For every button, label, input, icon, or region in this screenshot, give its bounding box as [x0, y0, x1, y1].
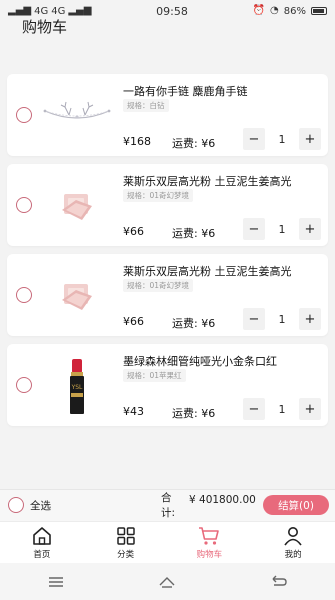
cart-item: 莱斯乐双层高光粉 土豆泥生姜高光 规格：01奇幻梦境 ¥66 运费: ¥6 − …: [7, 164, 328, 246]
status-time: 09:58: [156, 4, 188, 18]
shipping-fee: 运费: ¥6: [172, 227, 216, 240]
cart-icon: [199, 526, 220, 545]
home-icon: [33, 526, 51, 545]
product-spec[interactable]: 规格：01苹果红: [123, 369, 186, 382]
product-price: ¥66: [123, 315, 144, 328]
svg-text:YSL: YSL: [71, 384, 83, 391]
decrease-button[interactable]: −: [243, 218, 265, 240]
user-icon: [284, 526, 302, 545]
highlighter-icon: [62, 194, 92, 220]
tab-label: 分类: [117, 549, 135, 560]
quantity-stepper: − 1 +: [243, 217, 321, 241]
select-all-radio[interactable]: [8, 497, 24, 513]
quantity-stepper: − 1 +: [243, 127, 321, 151]
quantity-value[interactable]: 1: [265, 223, 299, 236]
product-image-highlighter[interactable]: [41, 262, 113, 328]
product-price: ¥168: [123, 135, 151, 148]
signal-icon: ▂▄▆: [8, 5, 32, 16]
product-image-highlighter[interactable]: [41, 172, 113, 238]
quantity-value[interactable]: 1: [265, 403, 299, 416]
tab-cart[interactable]: 购物车: [168, 522, 252, 563]
item-select-radio[interactable]: [16, 377, 32, 393]
shipping-fee: 运费: ¥6: [172, 317, 216, 330]
product-name[interactable]: 墨绿森林细管纯哑光小金条口红: [123, 353, 323, 369]
tab-label: 首页: [33, 549, 51, 560]
tab-category[interactable]: 分类: [84, 522, 168, 563]
checkout-bar: 全选 合计: ¥ 401800.00 结算(0): [0, 489, 335, 521]
bracelet-icon: [43, 101, 111, 119]
signal-icon-2: ▂▄▆: [68, 5, 92, 16]
product-name[interactable]: 一路有你手链 麋鹿角手链: [123, 83, 323, 99]
lipstick-icon: YSL: [70, 359, 84, 414]
product-price: ¥66: [123, 225, 144, 238]
decrease-button[interactable]: −: [243, 398, 265, 420]
total-label: 合计:: [161, 492, 176, 519]
increase-button[interactable]: +: [299, 308, 321, 330]
back-icon[interactable]: [270, 575, 288, 589]
product-spec[interactable]: 规格：白钻: [123, 99, 169, 112]
product-spec[interactable]: 规格：01奇幻梦境: [123, 189, 194, 202]
alarm-icon: ⏰: [252, 5, 266, 16]
product-name[interactable]: 莱斯乐双层高光粉 土豆泥生姜高光: [123, 173, 323, 189]
item-select-radio[interactable]: [16, 107, 32, 123]
tab-bar: 首页 分类 购物车 我的: [0, 521, 335, 563]
battery-icon: [311, 7, 327, 15]
product-image-bracelet[interactable]: [41, 82, 113, 148]
shipping-fee: 运费: ¥6: [172, 137, 216, 150]
battery-percent: 86%: [283, 5, 306, 17]
shipping-fee: 运费: ¥6: [172, 407, 216, 420]
quantity-stepper: − 1 +: [243, 307, 321, 331]
home-nav-icon[interactable]: [158, 575, 176, 589]
increase-button[interactable]: +: [299, 398, 321, 420]
page-title: 购物车: [22, 18, 68, 36]
cart-item: 莱斯乐双层高光粉 土豆泥生姜高光 规格：01奇幻梦境 ¥66 运费: ¥6 − …: [7, 254, 328, 336]
tab-label: 我的: [284, 549, 302, 560]
quantity-stepper: − 1 +: [243, 397, 321, 421]
increase-button[interactable]: +: [299, 128, 321, 150]
highlighter-icon: [62, 284, 92, 310]
quantity-value[interactable]: 1: [265, 133, 299, 146]
system-nav-bar: [0, 563, 335, 600]
tab-label: 购物车: [196, 549, 223, 560]
tab-profile[interactable]: 我的: [251, 522, 335, 563]
quantity-value[interactable]: 1: [265, 313, 299, 326]
increase-button[interactable]: +: [299, 218, 321, 240]
decrease-button[interactable]: −: [243, 308, 265, 330]
menu-icon[interactable]: [47, 575, 65, 589]
network-type-1: 4G: [34, 5, 49, 17]
total-amount: ¥ 401800.00: [189, 494, 256, 506]
status-right: ⏰ ◔ 86%: [253, 6, 327, 17]
decrease-button[interactable]: −: [243, 128, 265, 150]
checkout-button[interactable]: 结算(0): [263, 495, 329, 515]
grid-icon: [116, 526, 135, 545]
item-select-radio[interactable]: [16, 197, 32, 213]
network-type-2: 4G: [51, 5, 66, 17]
product-price: ¥43: [123, 405, 144, 418]
item-select-radio[interactable]: [16, 287, 32, 303]
select-all-label[interactable]: 全选: [30, 498, 51, 513]
status-left: ▂▄▆ 4G 4G ▂▄▆: [8, 6, 91, 17]
tab-home[interactable]: 首页: [0, 522, 84, 563]
product-name[interactable]: 莱斯乐双层高光粉 土豆泥生姜高光: [123, 263, 323, 279]
cart-item: 一路有你手链 麋鹿角手链 规格：白钻 ¥168 运费: ¥6 − 1 +: [7, 74, 328, 156]
cart-item: YSL 墨绿森林细管纯哑光小金条口红 规格：01苹果红 ¥43 运费: ¥6 −…: [7, 344, 328, 426]
wifi-icon: ◔: [270, 5, 279, 16]
product-image-lipstick[interactable]: YSL: [41, 352, 113, 418]
product-spec[interactable]: 规格：01奇幻梦境: [123, 279, 194, 292]
